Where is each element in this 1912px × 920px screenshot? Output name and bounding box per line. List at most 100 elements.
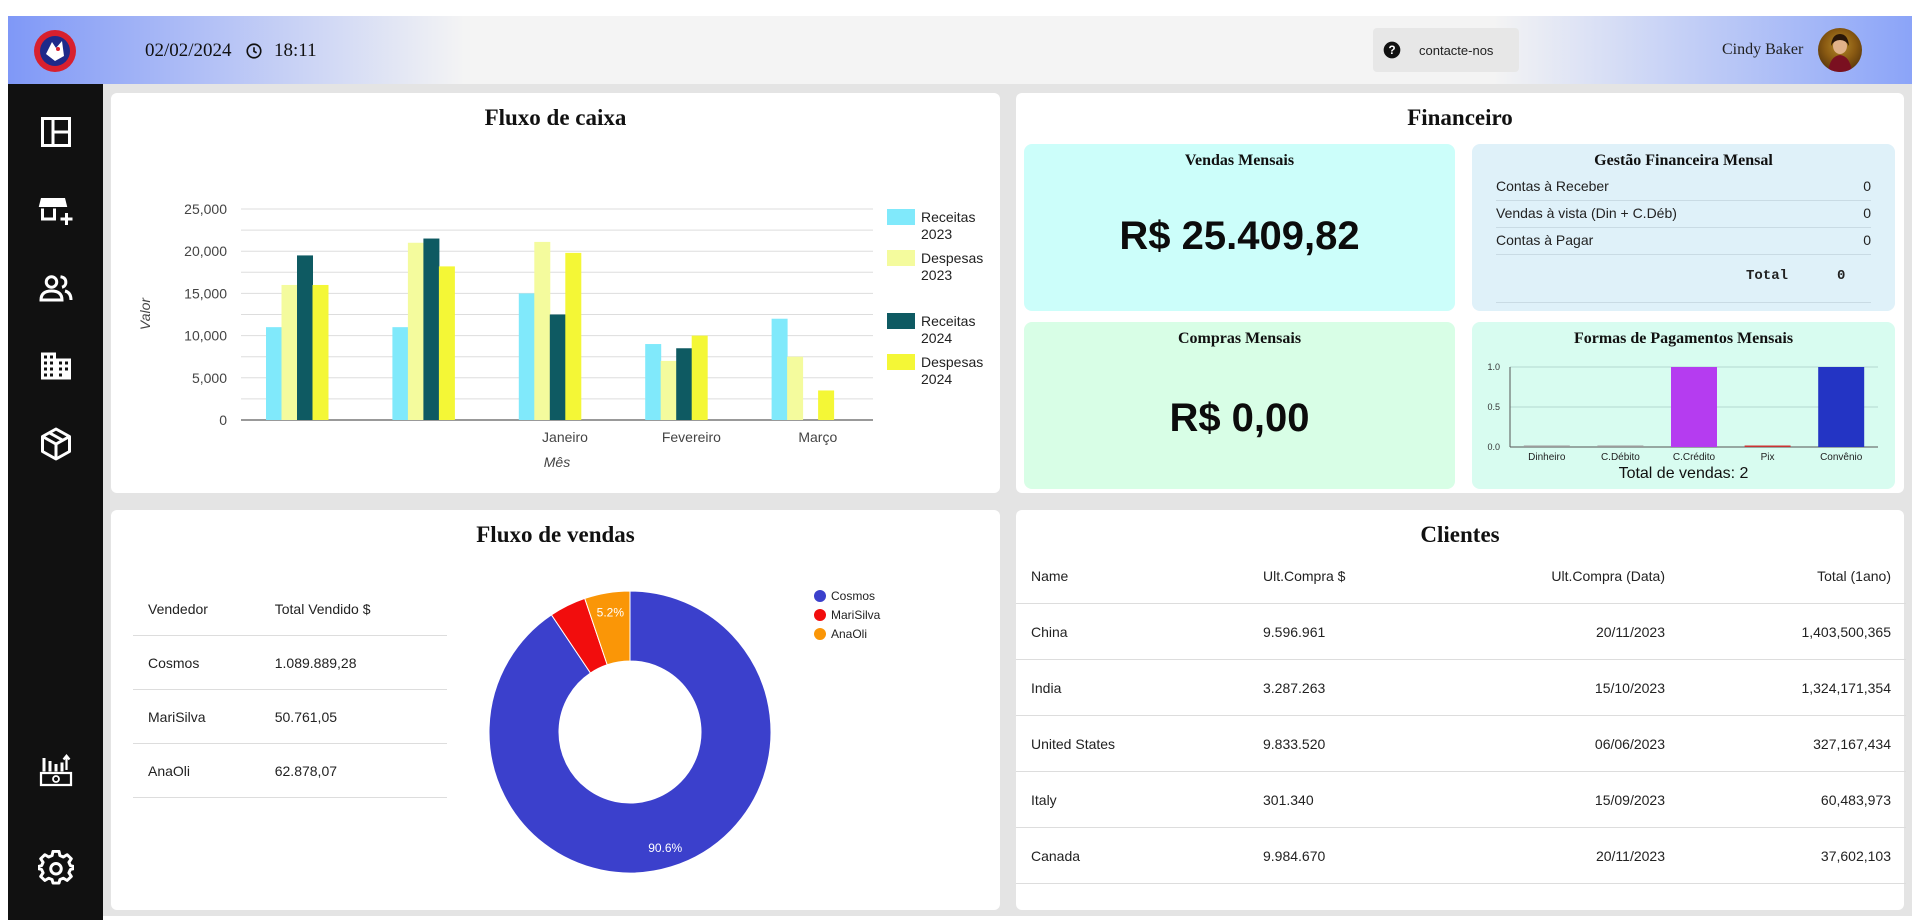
contact-button[interactable]: ? contacte-nos bbox=[1373, 28, 1519, 72]
financial-management-title: Gestão Financeira Mensal bbox=[1594, 152, 1773, 169]
client-name: United States bbox=[1016, 715, 1262, 772]
yearly-total: 60,483,973 bbox=[1666, 771, 1906, 828]
y-axis-title: Valor bbox=[137, 297, 153, 331]
payment-methods-chart: 0.0 0.5 1.0 Dinheiro C.Débito C.Crédito Pix Con… bbox=[1487, 362, 1878, 463]
current-date: 02/02/2024 bbox=[145, 40, 232, 61]
bar bbox=[423, 238, 440, 420]
cash-register-icon[interactable] bbox=[38, 752, 74, 788]
bar bbox=[1523, 445, 1570, 447]
bar bbox=[518, 293, 535, 420]
bar bbox=[818, 390, 835, 420]
x-tick-label: C.Crédito bbox=[1673, 452, 1716, 463]
financial-management-panel: Gestão Financeira Mensal Contas à Recebe… bbox=[1472, 144, 1895, 311]
user-name: Cindy Baker bbox=[1722, 41, 1804, 58]
financial-title: Financeiro bbox=[1407, 105, 1513, 130]
row-label: Contas à Pagar bbox=[1496, 232, 1594, 248]
clients-card: Clientes Name Ult.Compra $ Ult.Compra (D… bbox=[1016, 510, 1906, 910]
add-store-icon[interactable] bbox=[38, 192, 74, 228]
help-icon: ? bbox=[1383, 41, 1401, 59]
svg-text:?: ? bbox=[1388, 44, 1395, 57]
bar bbox=[660, 360, 677, 420]
row-value: 0 bbox=[1863, 178, 1871, 194]
column-header[interactable]: Total (1ano) bbox=[1666, 548, 1906, 604]
legend-label: 2023 bbox=[921, 226, 952, 242]
client-name: China bbox=[1016, 603, 1262, 660]
bar bbox=[1744, 445, 1791, 447]
y-tick-label: 10,000 bbox=[184, 328, 227, 344]
x-tick-label: Pix bbox=[1761, 452, 1775, 463]
bar bbox=[549, 314, 566, 420]
dashboard-icon[interactable] bbox=[38, 114, 74, 150]
table-row[interactable]: India 3.287.263 15/10/2023 1,324,171,354 bbox=[1016, 659, 1906, 716]
total-sales-label: Total de vendas: 2 bbox=[1618, 465, 1749, 482]
row-value: 0 bbox=[1863, 205, 1871, 221]
slice-label: 5.2% bbox=[597, 606, 625, 620]
yearly-total: 1,403,500,365 bbox=[1666, 603, 1906, 660]
last-purchase-amount: 9.833.520 bbox=[1262, 715, 1464, 772]
legend-marker bbox=[814, 609, 826, 621]
app-logo-icon[interactable] bbox=[32, 28, 78, 74]
bar bbox=[1818, 367, 1865, 447]
top-header: 02/02/2024 18:11 ? contacte-nos Cindy Ba… bbox=[8, 16, 1912, 84]
accounts-receivable-row: Contas à Receber 0 bbox=[1496, 174, 1871, 201]
last-purchase-amount: 3.287.263 bbox=[1262, 659, 1464, 716]
x-tick-label: Janeiro bbox=[542, 429, 588, 445]
legend-marker bbox=[814, 628, 826, 640]
legend-marker bbox=[814, 590, 826, 602]
clients-title: Clientes bbox=[1420, 522, 1500, 547]
column-header[interactable]: Ult.Compra $ bbox=[1262, 548, 1464, 604]
clients-table: Name Ult.Compra $ Ult.Compra (Data) Tota… bbox=[1016, 548, 1906, 884]
buildings-icon[interactable] bbox=[38, 348, 74, 384]
legend-swatch bbox=[887, 250, 915, 266]
bar bbox=[771, 318, 788, 420]
slice-label: 90.6% bbox=[648, 841, 682, 855]
legend-swatch bbox=[887, 313, 915, 329]
x-tick-label: Dinheiro bbox=[1528, 452, 1566, 463]
y-tick-label: 0.5 bbox=[1487, 402, 1500, 412]
monthly-sales-panel: Vendas Mensais R$ 25.409,82 bbox=[1024, 144, 1455, 311]
x-axis-title: Mês bbox=[544, 454, 570, 470]
x-tick-label: Fevereiro bbox=[662, 429, 721, 445]
box-icon[interactable] bbox=[38, 426, 74, 462]
cash-sales-row: Vendas à vista (Din + C.Déb) 0 bbox=[1496, 201, 1871, 228]
y-tick-label: 0 bbox=[219, 412, 227, 428]
total-label: Total bbox=[1746, 268, 1789, 284]
avatar-image bbox=[1828, 34, 1852, 72]
payment-methods-panel: Formas de Pagamentos Mensais 0.0 0.5 1.0 Di… bbox=[1472, 322, 1895, 489]
x-tick-label: Março bbox=[798, 429, 837, 445]
last-purchase-date: 20/11/2023 bbox=[1464, 603, 1666, 660]
bar bbox=[297, 255, 313, 420]
table-row[interactable]: Canada 9.984.670 20/11/2023 37,602,103 bbox=[1016, 827, 1906, 884]
legend-label: Cosmos bbox=[831, 589, 875, 603]
gear-icon[interactable] bbox=[38, 850, 74, 886]
yearly-total: 37,602,103 bbox=[1666, 827, 1906, 884]
bar bbox=[281, 284, 298, 420]
table-header-row: Name Ult.Compra $ Ult.Compra (Data) Tota… bbox=[1016, 548, 1906, 604]
table-row[interactable]: Italy 301.340 15/09/2023 60,483,973 bbox=[1016, 771, 1906, 828]
bar bbox=[691, 335, 708, 420]
people-icon[interactable] bbox=[38, 270, 74, 306]
y-tick-label: 25,000 bbox=[184, 201, 227, 217]
last-purchase-date: 06/06/2023 bbox=[1464, 715, 1666, 772]
user-avatar[interactable] bbox=[1818, 28, 1862, 72]
legend-label: 2024 bbox=[921, 371, 952, 387]
table-row[interactable]: China 9.596.961 20/11/2023 1,403,500,365 bbox=[1016, 603, 1906, 660]
monthly-sales-title: Vendas Mensais bbox=[1184, 152, 1295, 169]
x-tick-label: C.Débito bbox=[1601, 452, 1640, 463]
total-value: 0 bbox=[1837, 268, 1846, 284]
cash-flow-chart: 0 5,000 10,000 15,000 20,000 25,000 Janeiro Fev… bbox=[137, 201, 983, 470]
table-row[interactable]: United States 9.833.520 06/06/2023 327,1… bbox=[1016, 715, 1906, 772]
legend-swatch bbox=[887, 354, 915, 370]
bar bbox=[787, 356, 804, 420]
row-label: Contas à Receber bbox=[1496, 178, 1609, 194]
bar bbox=[534, 241, 551, 420]
legend-swatch bbox=[887, 209, 915, 225]
y-tick-label: 15,000 bbox=[184, 285, 227, 301]
last-purchase-amount: 301.340 bbox=[1262, 771, 1464, 828]
column-header[interactable]: Name bbox=[1016, 548, 1262, 604]
legend-label: AnaOli bbox=[831, 627, 867, 641]
legend-label: Despesas bbox=[921, 250, 983, 266]
column-header[interactable]: Ult.Compra (Data) bbox=[1464, 548, 1666, 604]
y-tick-label: 20,000 bbox=[184, 243, 227, 259]
y-tick-label: 5,000 bbox=[192, 370, 227, 386]
